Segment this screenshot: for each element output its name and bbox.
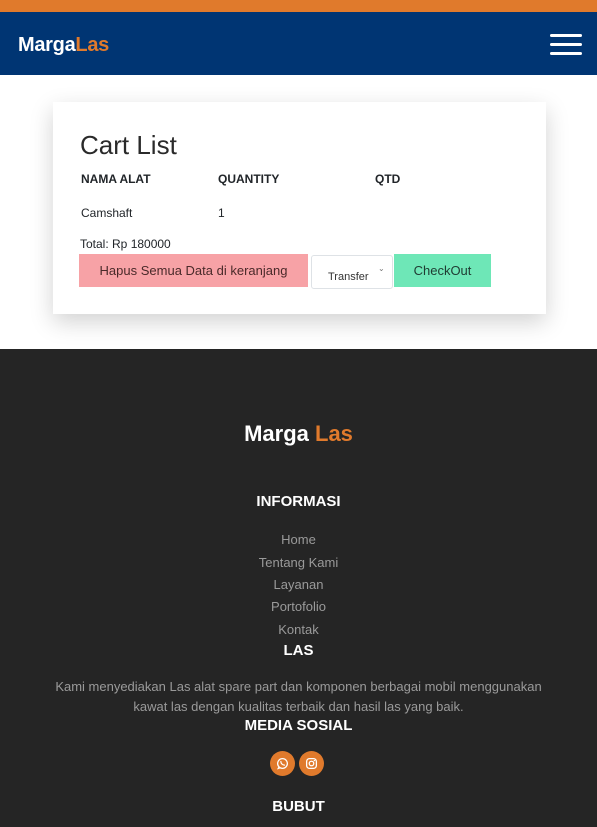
cart-card: Cart List NAMA ALAT QUANTITY QTD Camshaf… xyxy=(53,102,546,314)
footer-link-kontak[interactable]: Kontak xyxy=(0,622,597,637)
hamburger-line xyxy=(550,34,582,37)
whatsapp-icon[interactable] xyxy=(270,751,295,776)
brand-accent-text: Las xyxy=(75,34,109,56)
footer-las-description: Kami menyediakan Las alat spare part dan… xyxy=(55,679,542,714)
footer-heading-las: LAS xyxy=(283,642,314,659)
footer-link-tentang-kami[interactable]: Tentang Kami xyxy=(0,555,597,570)
payment-method-value: Transfer xyxy=(328,271,369,283)
instagram-icon[interactable] xyxy=(299,751,324,776)
cart-title: Cart List xyxy=(80,130,177,160)
cell-quantity: 1 xyxy=(218,206,225,220)
hamburger-line xyxy=(550,43,582,46)
column-header-quantity: QUANTITY xyxy=(218,172,280,186)
clear-cart-button[interactable]: Hapus Semua Data di keranjang xyxy=(79,254,308,287)
cart-total: Total: Rp 180000 xyxy=(80,237,171,251)
checkout-button[interactable]: CheckOut xyxy=(394,254,491,287)
footer-heading-bubut: BUBUT xyxy=(272,798,325,815)
footer-brand: Marga Las xyxy=(0,421,597,447)
top-accent-strip xyxy=(0,0,597,12)
footer-link-layanan[interactable]: Layanan xyxy=(0,577,597,592)
hamburger-menu-icon[interactable] xyxy=(550,33,582,57)
footer: Marga Las INFORMASI Home Tentang Kami La… xyxy=(0,349,597,827)
column-header-nama-alat: NAMA ALAT xyxy=(81,172,151,186)
cell-item-name: Camshaft xyxy=(81,206,133,220)
footer-brand-accent: Las xyxy=(315,421,353,446)
footer-link-home[interactable]: Home xyxy=(0,532,597,547)
footer-heading-media-sosial: MEDIA SOSIAL xyxy=(244,717,353,734)
brand-logo[interactable]: MargaLas xyxy=(18,34,109,57)
navbar: MargaLas xyxy=(0,12,597,75)
footer-brand-main: Marga xyxy=(244,421,309,446)
payment-method-select[interactable]: Transfer ⌄ xyxy=(311,255,393,289)
chevron-down-icon: ⌄ xyxy=(378,264,385,273)
column-header-qtd: QTD xyxy=(375,172,401,186)
footer-heading-informasi: INFORMASI xyxy=(256,493,341,510)
brand-main-text: Marga xyxy=(18,34,76,56)
hamburger-line xyxy=(550,52,582,55)
footer-link-portofolio[interactable]: Portofolio xyxy=(0,599,597,614)
